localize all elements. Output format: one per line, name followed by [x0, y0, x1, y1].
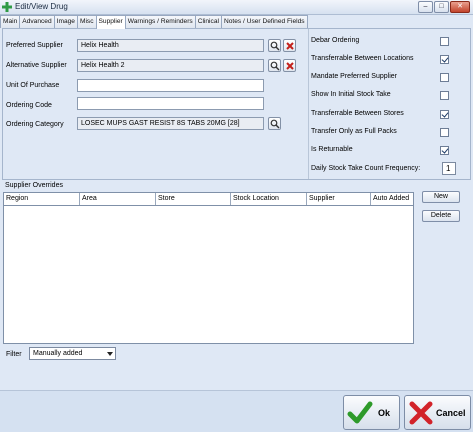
is-returnable-label: Is Returnable [311, 146, 353, 153]
transferrable-between-stores-label: Transferrable Between Stores [311, 110, 404, 117]
ordering-category-label: Ordering Category [6, 121, 64, 128]
filter-label: Filter [6, 351, 22, 358]
transferrable-between-stores-checkbox[interactable] [440, 110, 449, 119]
app-icon [2, 2, 12, 12]
stock-take-frequency-label: Daily Stock Take Count Frequency: [311, 165, 421, 172]
grid-header: Region Area Store Stock Location Supplie… [4, 193, 413, 206]
magnifier-icon [270, 61, 280, 71]
ok-button[interactable]: Ok [343, 395, 400, 430]
alternative-supplier-field[interactable]: Helix Health 2 [77, 59, 264, 72]
window-title: Edit/View Drug [15, 2, 68, 11]
tab-misc[interactable]: Misc [76, 15, 97, 28]
footer-bar [0, 390, 473, 432]
ordering-category-search-button[interactable] [268, 117, 281, 130]
tab-supplier[interactable]: Supplier [95, 15, 126, 29]
mandate-preferred-supplier-checkbox[interactable] [440, 73, 449, 82]
chevron-down-icon [107, 352, 113, 356]
transfer-only-full-packs-label: Transfer Only as Full Packs [311, 128, 397, 135]
show-in-initial-stock-take-checkbox[interactable] [440, 91, 449, 100]
unit-of-purchase-label: Unit Of Purchase [6, 82, 60, 89]
column-header-auto-added[interactable]: Auto Added [371, 193, 413, 205]
alternative-supplier-label: Alternative Supplier [6, 62, 67, 69]
magnifier-icon [270, 119, 280, 129]
alternative-supplier-clear-button[interactable] [283, 59, 296, 72]
minimize-button[interactable]: – [418, 1, 433, 13]
is-returnable-checkbox[interactable] [440, 146, 449, 155]
transferrable-between-locations-label: Transferrable Between Locations [311, 55, 414, 62]
magnifier-icon [270, 41, 280, 51]
preferred-supplier-search-button[interactable] [268, 39, 281, 52]
alternative-supplier-search-button[interactable] [268, 59, 281, 72]
column-header-region[interactable]: Region [4, 193, 80, 205]
supplier-overrides-title: Supplier Overrides [5, 182, 63, 189]
column-header-area[interactable]: Area [80, 193, 156, 205]
tab-main[interactable]: Main [0, 15, 21, 28]
supplier-panel: Preferred Supplier Helix Health Alternat… [2, 28, 471, 180]
new-override-button[interactable]: New [422, 191, 460, 203]
column-header-store[interactable]: Store [156, 193, 231, 205]
ok-label: Ok [378, 408, 391, 418]
tab-image[interactable]: Image [53, 15, 78, 28]
stock-take-frequency-input[interactable]: 1 [442, 162, 456, 175]
preferred-supplier-field[interactable]: Helix Health [77, 39, 264, 52]
preferred-supplier-label: Preferred Supplier [6, 42, 63, 49]
show-in-initial-stock-take-label: Show In Initial Stock Take [311, 91, 391, 98]
transferrable-between-locations-checkbox[interactable] [440, 55, 449, 64]
cancel-label: Cancel [436, 408, 466, 418]
red-x-icon [286, 62, 294, 70]
ordering-code-label: Ordering Code [6, 102, 52, 109]
mandate-preferred-supplier-label: Mandate Preferred Supplier [311, 73, 397, 80]
unit-of-purchase-field[interactable] [77, 79, 264, 92]
tab-strip: Main Advanced Image Misc Supplier Warnin… [0, 15, 308, 29]
preferred-supplier-clear-button[interactable] [283, 39, 296, 52]
cancel-button[interactable]: Cancel [404, 395, 471, 430]
filter-selected-value: Manually added [33, 350, 83, 357]
supplier-overrides-grid[interactable]: Region Area Store Stock Location Supplie… [3, 192, 414, 344]
title-bar: Edit/View Drug – □ ✕ [0, 0, 473, 15]
tab-warnings-reminders[interactable]: Warnings / Reminders [124, 15, 196, 28]
ordering-code-field[interactable] [77, 97, 264, 110]
red-x-icon [286, 42, 294, 50]
filter-dropdown[interactable]: Manually added [29, 347, 116, 360]
tab-notes-user-defined-fields[interactable]: Notes / User Defined Fields [220, 15, 308, 28]
transfer-only-full-packs-checkbox[interactable] [440, 128, 449, 137]
tab-clinical[interactable]: Clinical [194, 15, 222, 28]
panel-divider [308, 29, 309, 179]
red-x-icon [409, 401, 433, 425]
debar-ordering-checkbox[interactable] [440, 37, 449, 46]
debar-ordering-label: Debar Ordering [311, 37, 360, 44]
close-window-button[interactable]: ✕ [450, 1, 470, 13]
column-header-stock-location[interactable]: Stock Location [231, 193, 307, 205]
restore-button[interactable]: □ [434, 1, 449, 13]
delete-override-button[interactable]: Delete [422, 210, 460, 222]
column-header-supplier[interactable]: Supplier [307, 193, 371, 205]
ordering-category-field[interactable]: LOSEC MUPS GAST RESIST 8S TABS 20MG [28] [77, 117, 264, 130]
tab-advanced[interactable]: Advanced [19, 15, 55, 28]
green-check-icon [347, 401, 373, 424]
